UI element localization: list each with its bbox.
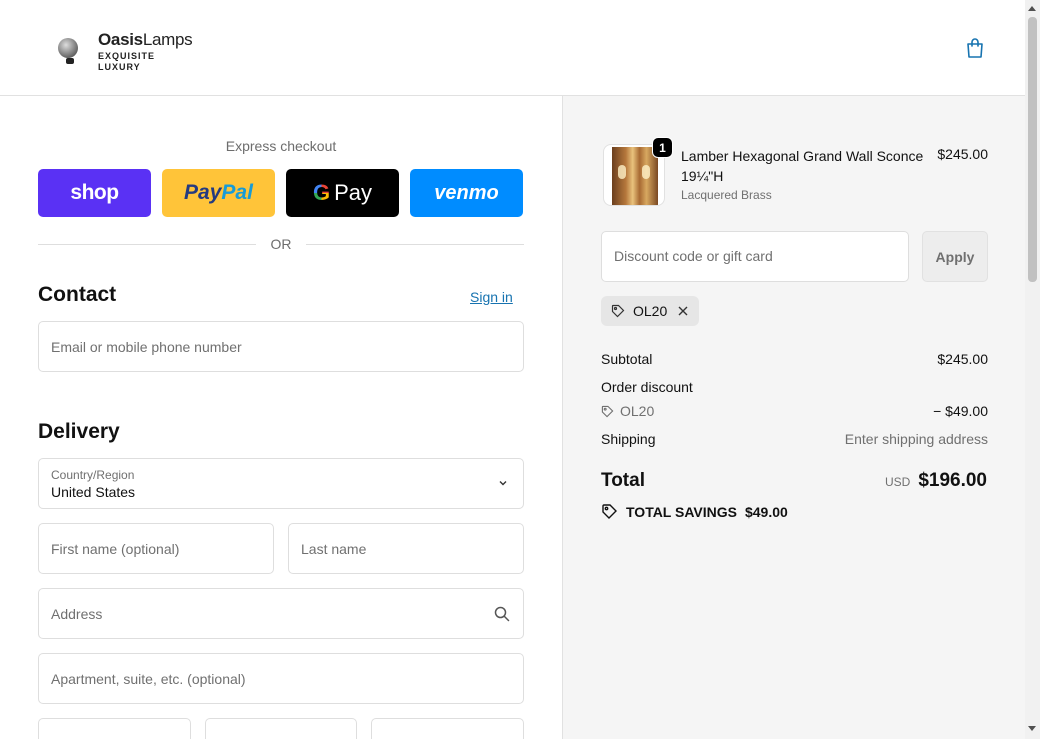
product-price: $245.00 [937, 146, 988, 162]
tag-icon [601, 405, 614, 417]
total-amount: USD $196.00 [885, 470, 987, 492]
google-pay-label: Pay [334, 180, 373, 205]
currency-code: USD [884, 475, 911, 489]
paypal-label-part1: Pay [184, 181, 222, 204]
scrollbar-thumb[interactable] [1028, 17, 1037, 282]
address-field[interactable]: Address [38, 588, 524, 639]
venmo-label: venmo [434, 181, 499, 204]
tag-icon [611, 304, 625, 318]
remove-discount-icon[interactable] [677, 305, 689, 317]
country-value: United States [51, 484, 136, 500]
discount-value: − $49.00 [933, 403, 988, 419]
country-label: Country/Region [51, 468, 135, 482]
delivery-heading: Delivery [38, 420, 120, 443]
shop-pay-button[interactable]: shop [38, 169, 151, 217]
discount-code-tag: OL20 [601, 403, 654, 419]
order-summary: 1 Lamber Hexagonal Grand Wall Sconce 19¼… [562, 96, 1025, 739]
state-select[interactable] [205, 718, 357, 739]
contact-heading: Contact [38, 283, 117, 306]
page-scrollbar[interactable] [1025, 0, 1040, 739]
discount-code-field[interactable] [601, 231, 909, 282]
email-field[interactable]: Email or mobile phone number [38, 321, 524, 372]
savings-value: $49.00 [744, 503, 788, 520]
country-select[interactable]: Country/Region United States [38, 458, 524, 509]
first-name-field[interactable]: First name (optional) [38, 523, 274, 574]
total-savings: TOTAL SAVINGS $49.00 [601, 503, 788, 520]
checkout-form: Express checkout shop Pay Pal G Pay venmo … [0, 96, 562, 739]
discount-code-row: OL20 − $49.00 [601, 403, 988, 421]
product-name: Lamber Hexagonal Grand Wall Sconce 19¼"H [681, 148, 924, 184]
brand-name: OasisLamps [98, 30, 193, 49]
venmo-button[interactable]: venmo [410, 169, 523, 217]
or-divider: OR [38, 234, 524, 254]
discount-code-label: OL20 [620, 403, 655, 419]
google-g-icon: G [312, 180, 331, 205]
shopping-bag-icon[interactable] [964, 37, 986, 59]
lamp-logo-icon [54, 30, 84, 66]
paypal-label-part2: Pal [221, 181, 253, 204]
site-header: OasisLamps EXQUISITE LUXURY [0, 0, 1025, 96]
store-logo[interactable]: OasisLamps EXQUISITE LUXURY [54, 30, 193, 72]
scroll-up-arrow-icon[interactable] [1028, 6, 1036, 11]
applied-discount-chip: OL20 [601, 296, 700, 326]
subtotal-value: $245.00 [937, 351, 988, 367]
tagline-line-1: EXQUISITE [98, 51, 156, 61]
total-label: Total [601, 470, 645, 491]
savings-tag-icon [602, 504, 617, 519]
discount-code-input[interactable] [614, 248, 894, 264]
subtotal-label: Subtotal [601, 351, 653, 367]
subtotal-row: Subtotal $245.00 [601, 351, 988, 367]
order-discount-label: Order discount [601, 379, 693, 395]
shop-pay-label: shop [70, 181, 119, 204]
quantity-badge: 1 [652, 137, 673, 158]
chevron-down-icon [499, 481, 507, 486]
shipping-value: Enter shipping address [844, 431, 988, 447]
express-checkout-title: Express checkout [225, 138, 337, 154]
email-placeholder: Email or mobile phone number [51, 339, 242, 355]
savings-label: TOTAL SAVINGS [626, 503, 737, 520]
logo-text: OasisLamps EXQUISITE LUXURY [98, 30, 193, 72]
scroll-down-arrow-icon[interactable] [1028, 726, 1036, 731]
google-pay-button[interactable]: G Pay [286, 169, 399, 217]
shipping-row: Shipping Enter shipping address [601, 431, 988, 447]
order-discount-row: Order discount [601, 379, 988, 395]
first-name-placeholder: First name (optional) [51, 541, 180, 557]
apartment-placeholder: Apartment, suite, etc. (optional) [51, 671, 246, 687]
city-field[interactable] [38, 718, 191, 739]
apartment-field[interactable]: Apartment, suite, etc. (optional) [38, 653, 524, 704]
applied-discount-code: OL20 [633, 303, 668, 319]
paypal-button[interactable]: Pay Pal [162, 169, 275, 217]
last-name-placeholder: Last name [301, 541, 367, 557]
product-variant: Lacquered Brass [681, 188, 772, 202]
address-placeholder: Address [51, 606, 103, 622]
apply-discount-button[interactable]: Apply [922, 231, 988, 282]
zip-code-field[interactable] [371, 718, 524, 739]
search-icon [494, 606, 510, 622]
tagline-line-2: LUXURY [98, 62, 141, 72]
shipping-label: Shipping [601, 431, 656, 447]
total-value: $196.00 [918, 470, 987, 491]
wall-sconce-image [612, 147, 658, 205]
sign-in-link[interactable]: Sign in [470, 289, 513, 305]
last-name-field[interactable]: Last name [288, 523, 524, 574]
divider-line-right [306, 244, 524, 245]
